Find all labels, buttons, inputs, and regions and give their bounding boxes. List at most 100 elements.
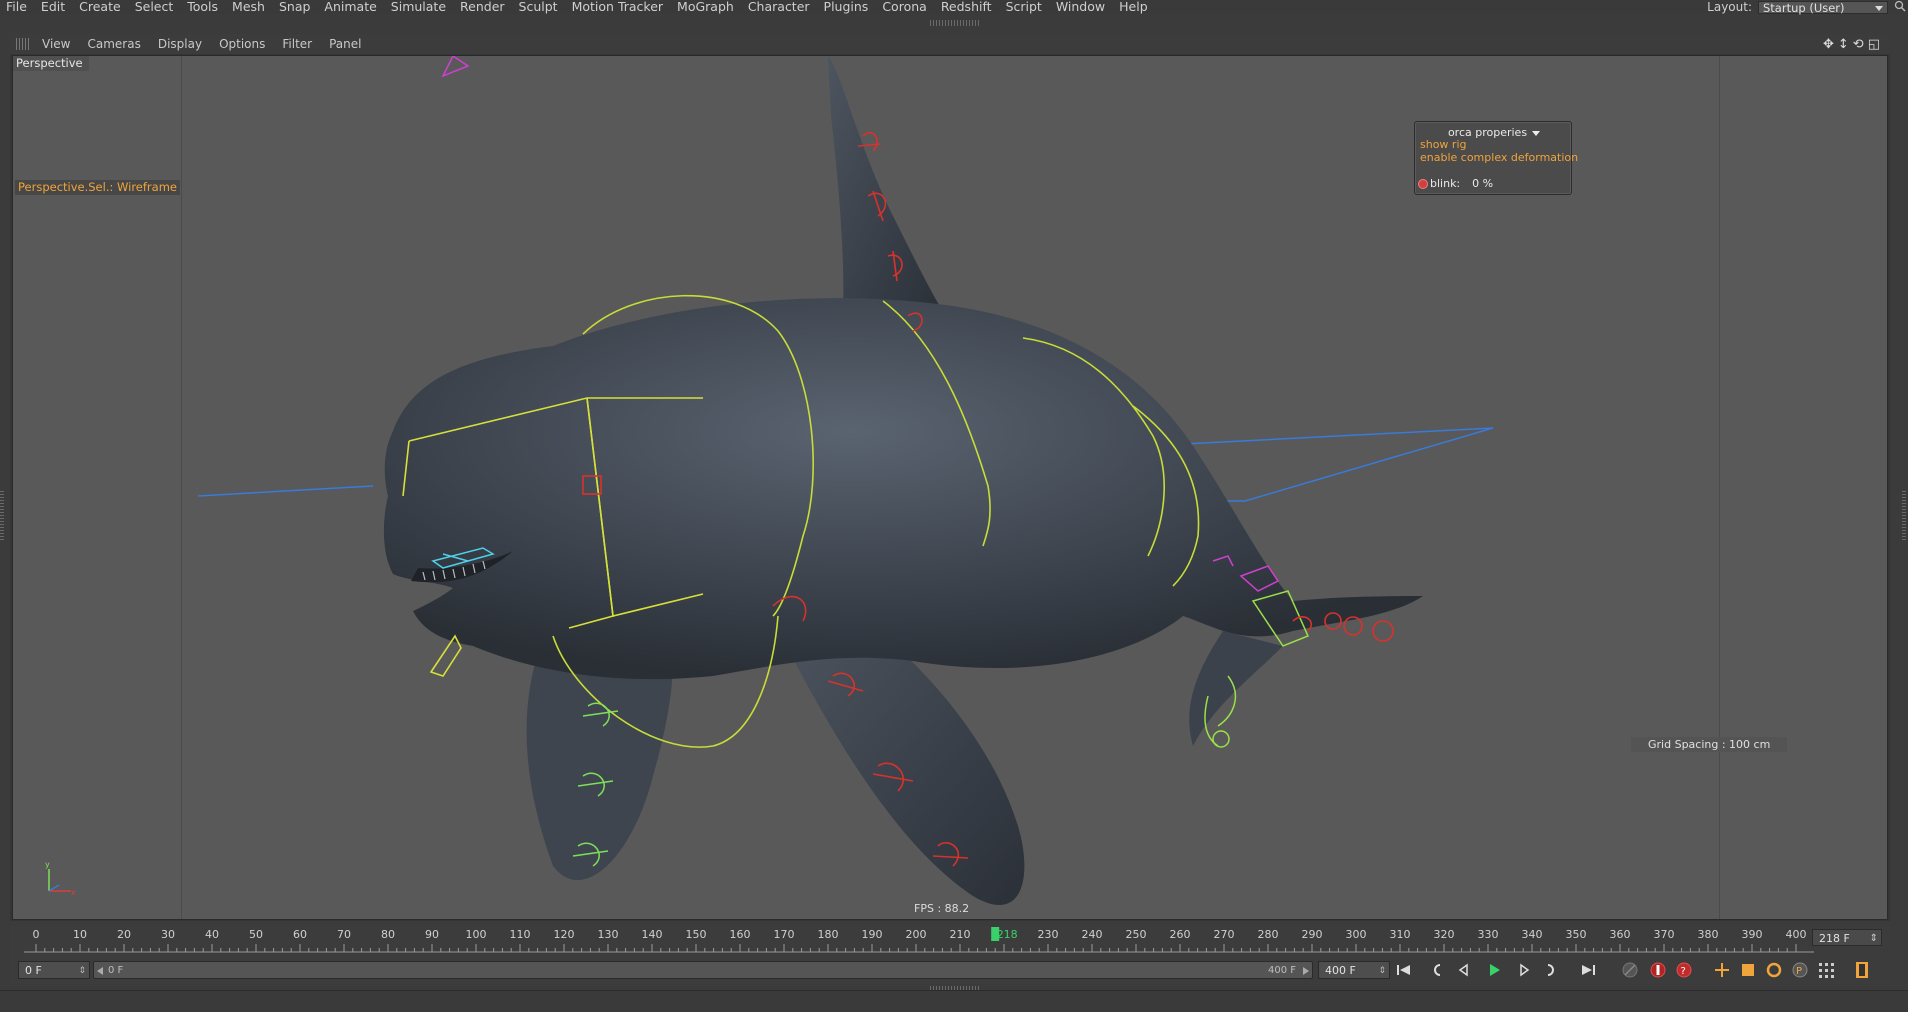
record-disabled-button[interactable] <box>1618 959 1642 981</box>
timeline-tick-label: 0 <box>33 928 40 941</box>
3d-viewport[interactable]: Perspective Perspective.Sel.: Wireframe … <box>12 55 1888 920</box>
left-panel-handle[interactable] <box>0 490 4 540</box>
timeline-tick-label: 80 <box>381 928 395 941</box>
timeline-tick-label: 100 <box>466 928 487 941</box>
go-to-start-button[interactable] <box>1392 959 1416 981</box>
orca-scene[interactable] <box>13 56 1888 920</box>
panel-resize-grip[interactable] <box>930 20 980 26</box>
preview-range-slider[interactable]: 0 F 400 F <box>93 961 1313 979</box>
menu-item-select[interactable]: Select <box>129 0 182 14</box>
menu-item-render[interactable]: Render <box>454 0 513 14</box>
menu-item-sculpt[interactable]: Sculpt <box>513 0 566 14</box>
timeline-tick-label: 60 <box>293 928 307 941</box>
timeline-tick-label: 250 <box>1126 928 1147 941</box>
menu-item-create[interactable]: Create <box>73 0 129 14</box>
timeline-tick-label: 320 <box>1434 928 1455 941</box>
scale-key-icon <box>1742 964 1754 976</box>
menu-item-corona[interactable]: Corona <box>876 0 934 14</box>
timeline-ruler[interactable]: 0 10 20 30 40 50 60 70 80 90 100 110 120 130 140 150 160… <box>24 926 1824 956</box>
play-button[interactable] <box>1482 959 1506 981</box>
timeline[interactable]: 0 10 20 30 40 50 60 70 80 90 100 110 120 130 140 150 160… <box>10 926 1890 956</box>
autokey-button[interactable]: ? <box>1672 959 1696 981</box>
layout-label: Layout: <box>1707 0 1752 14</box>
blink-slider[interactable]: blink: 0 % <box>1418 177 1493 190</box>
menu-item-simulate[interactable]: Simulate <box>385 0 454 14</box>
range-right-arrow-icon[interactable] <box>1303 967 1309 975</box>
timeline-tick-label: 390 <box>1742 928 1763 941</box>
next-frame-button[interactable] <box>1512 959 1536 981</box>
spinner-icon[interactable]: ⇕ <box>78 962 86 980</box>
selection-label: Perspective.Sel.: Wireframe <box>15 180 180 195</box>
key-scale-button[interactable] <box>1736 959 1760 981</box>
layout-selector-wrap: Layout: Startup (User) <box>1707 0 1908 14</box>
viewport-menu-options[interactable]: Options <box>211 37 274 51</box>
rotate-key-icon <box>1766 962 1782 978</box>
key-position-button[interactable] <box>1710 959 1734 981</box>
viewport-nav-icons: ✥ ↕ ⟲ ◱ <box>1823 34 1880 54</box>
go-to-end-button[interactable] <box>1576 959 1600 981</box>
maximize-view-icon[interactable]: ◱ <box>1868 37 1880 52</box>
status-bar <box>0 990 1908 1012</box>
viewport-menu-display[interactable]: Display <box>150 37 211 51</box>
next-key-button[interactable] <box>1540 959 1564 981</box>
viewport-menu-view[interactable]: View <box>34 37 79 51</box>
range-start-label: 0 F <box>108 965 124 976</box>
menu-item-script[interactable]: Script <box>1000 0 1050 14</box>
fps-readout: FPS : 88.2 <box>914 902 970 915</box>
move-view-icon[interactable]: ✥ <box>1823 37 1834 52</box>
timeline-tick-label: 200 <box>906 928 927 941</box>
start-frame-value: 0 F <box>25 964 42 977</box>
menu-item-tools[interactable]: Tools <box>181 0 226 14</box>
timeline-tick-label: 290 <box>1302 928 1323 941</box>
show-rig-option[interactable]: show rig <box>1420 138 1467 151</box>
timeline-tick-label: 270 <box>1214 928 1235 941</box>
menu-item-mograph[interactable]: MoGraph <box>671 0 742 14</box>
timeline-tick-label: 210 <box>950 928 971 941</box>
previous-key-button[interactable] <box>1424 959 1448 981</box>
key-pla-button[interactable] <box>1814 959 1838 981</box>
layout-dropdown[interactable]: Startup (User) <box>1758 0 1888 14</box>
viewport-grip-icon[interactable] <box>16 38 30 50</box>
viewport-menu-filter[interactable]: Filter <box>274 37 321 51</box>
blink-dot-icon <box>1418 178 1428 189</box>
menu-item-animate[interactable]: Animate <box>318 0 384 14</box>
key-rotation-button[interactable] <box>1762 959 1786 981</box>
timeline-layout-button[interactable] <box>1850 959 1874 981</box>
menu-item-plugins[interactable]: Plugins <box>818 0 877 14</box>
viewport-toolbar: View Cameras Display Options Filter Panel ✥ ↕… <box>10 34 1890 54</box>
start-frame-field[interactable]: 0 F ⇕ <box>18 961 90 979</box>
right-panel-handle[interactable] <box>1902 490 1906 540</box>
menu-item-help[interactable]: Help <box>1113 0 1156 14</box>
camera-label[interactable]: Perspective <box>13 56 89 71</box>
point-level-icon <box>1819 963 1834 978</box>
record-button[interactable] <box>1646 959 1670 981</box>
end-frame-field[interactable]: 400 F ⇕ <box>1318 961 1390 979</box>
timeline-tick-label: 30 <box>161 928 175 941</box>
menu-item-snap[interactable]: Snap <box>273 0 318 14</box>
menu-item-redshift[interactable]: Redshift <box>935 0 1000 14</box>
rotate-view-icon[interactable]: ⟲ <box>1853 37 1864 52</box>
timeline-tick-label: 170 <box>774 928 795 941</box>
timeline-tick-label: 70 <box>337 928 351 941</box>
complex-deformation-option[interactable]: enable complex deformation <box>1420 151 1578 164</box>
menu-item-character[interactable]: Character <box>742 0 818 14</box>
menu-item-edit[interactable]: Edit <box>35 0 73 14</box>
key-parameter-button[interactable]: P <box>1788 959 1812 981</box>
timeline-tick-label: 400 <box>1786 928 1807 941</box>
menu-item-file[interactable]: File <box>0 0 35 14</box>
zoom-view-icon[interactable]: ↕ <box>1838 37 1849 52</box>
parameter-key-icon: P <box>1792 962 1808 978</box>
current-frame-field[interactable]: 218 F <box>1812 929 1882 947</box>
menu-item-motion-tracker[interactable]: Motion Tracker <box>566 0 671 14</box>
timeline-tick-label: 140 <box>642 928 663 941</box>
viewport-menu-cameras[interactable]: Cameras <box>79 37 149 51</box>
search-icon[interactable] <box>1892 0 1908 14</box>
next-key-icon <box>1547 964 1554 976</box>
viewport-menu-panel[interactable]: Panel <box>321 37 370 51</box>
menu-item-mesh[interactable]: Mesh <box>226 0 273 14</box>
previous-frame-button[interactable] <box>1452 959 1476 981</box>
spinner-icon[interactable]: ⇕ <box>1378 962 1386 980</box>
menu-item-window[interactable]: Window <box>1050 0 1113 14</box>
menu-items: File Edit Create Select Tools Mesh Snap Animate… <box>0 0 1156 14</box>
range-left-arrow-icon[interactable] <box>97 967 103 975</box>
